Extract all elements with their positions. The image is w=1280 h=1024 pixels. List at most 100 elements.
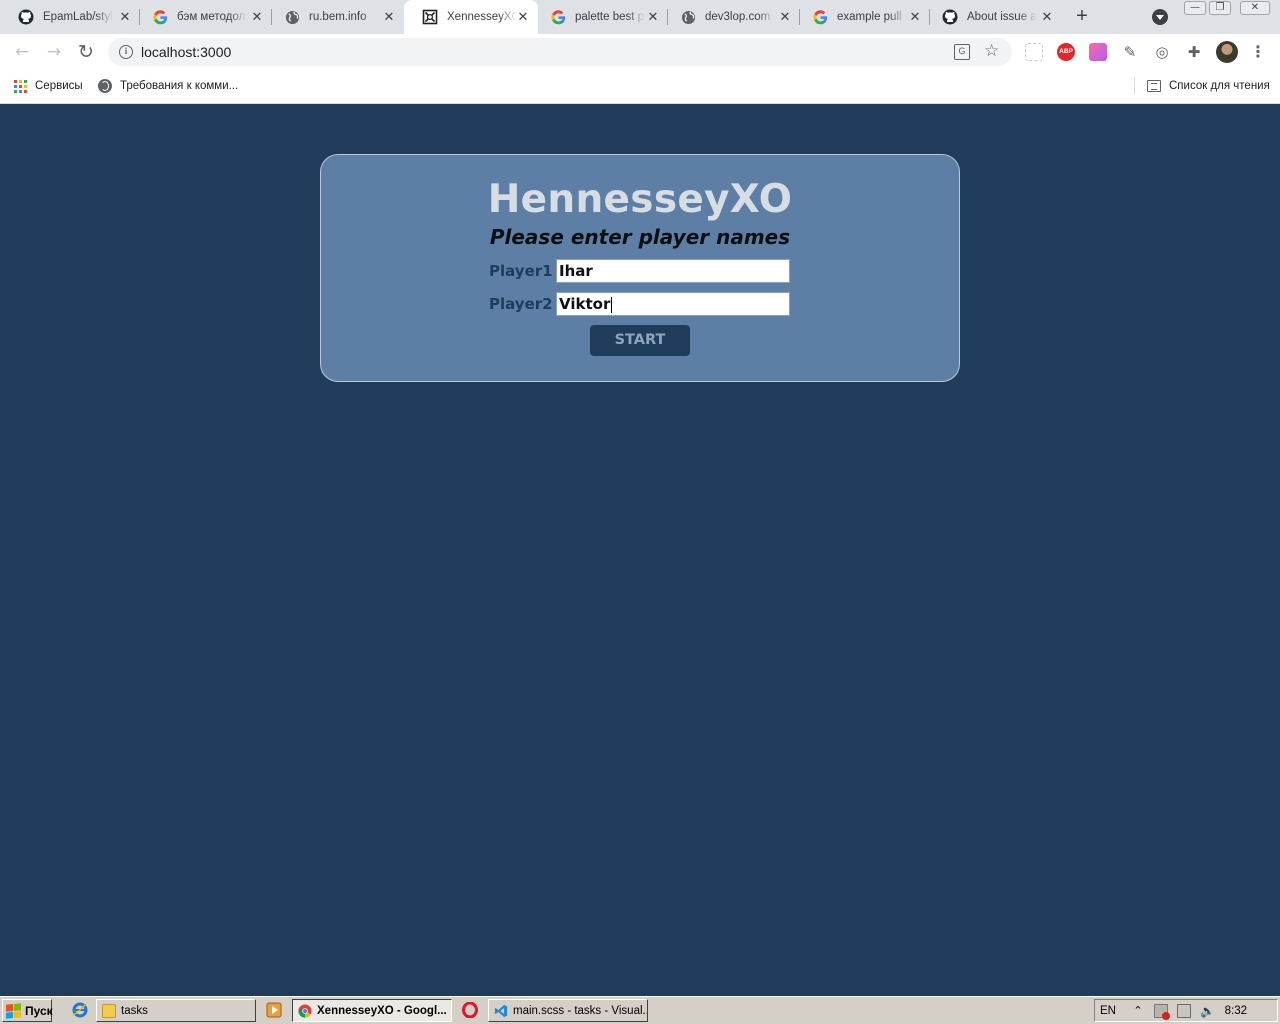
taskbar-btn-label: main.scss - tasks - Visual...: [513, 1004, 648, 1017]
vscode-icon: [494, 1004, 508, 1018]
bookmark-services[interactable]: Сервисы: [14, 78, 83, 94]
bookmark-label: Сервисы: [35, 80, 83, 92]
google-icon: [550, 9, 566, 25]
player2-input[interactable]: Viktor: [556, 292, 790, 316]
start-label: Пуск: [25, 1003, 53, 1018]
tab-title: XennesseyXO: [447, 11, 517, 23]
close-tab-icon[interactable]: ✕: [908, 10, 922, 24]
globe-icon: [284, 9, 300, 25]
github-icon: [18, 9, 34, 25]
globe-icon: [98, 79, 112, 93]
site-info-icon[interactable]: i: [119, 45, 133, 59]
address-bar[interactable]: i localhost:3000 G ☆: [108, 38, 1012, 66]
player1-input[interactable]: Ihar: [556, 259, 790, 283]
google-icon: [152, 9, 168, 25]
forward-button[interactable]: →: [42, 40, 66, 64]
network-alert-icon[interactable]: [1154, 1003, 1170, 1020]
close-tab-icon[interactable]: ✕: [516, 10, 530, 24]
tab-title: ru.bem.info: [309, 11, 367, 23]
player1-row: Player1 : Ihar: [489, 259, 790, 283]
tab-dev3lop[interactable]: dev3lop.com ✕: [662, 0, 800, 34]
language-indicator[interactable]: EN: [1100, 1005, 1122, 1017]
player1-value: Ihar: [559, 262, 593, 280]
tab-example-pull[interactable]: example pull r ✕: [794, 0, 930, 34]
bookmarks-bar: Сервисы Требования к комми... Список для…: [0, 70, 1280, 104]
bookmark-star-icon[interactable]: ☆: [984, 41, 999, 61]
clock[interactable]: 8:32: [1225, 1005, 1247, 1017]
tab-title: About issue an: [967, 11, 1037, 23]
media-player-icon[interactable]: [266, 1002, 282, 1018]
google-icon: [812, 9, 828, 25]
player2-label: Player2 :: [489, 295, 564, 313]
close-tab-icon[interactable]: ✕: [1040, 10, 1054, 24]
player2-value: Viktor: [559, 295, 611, 313]
reading-list-icon: [1147, 80, 1161, 92]
tab-palette[interactable]: palette best p ✕: [532, 0, 668, 34]
tab-title: palette best p: [575, 11, 645, 23]
browser-toolbar: ← → ↻ i localhost:3000 G ☆ ABP ✎ ◎ ✚ ⋮: [0, 34, 1280, 70]
player2-row: Player2 : Viktor: [489, 292, 790, 316]
windows-logo-icon: [6, 1002, 21, 1019]
tab-search-icon[interactable]: [1152, 9, 1168, 25]
close-tab-icon[interactable]: ✕: [778, 10, 792, 24]
network-icon[interactable]: [1177, 1003, 1191, 1018]
close-tab-icon[interactable]: ✕: [250, 10, 264, 24]
tab-title: бэм методолог: [177, 11, 247, 23]
internet-explorer-icon[interactable]: [72, 1002, 88, 1018]
menu-kebab-icon[interactable]: ⋮: [1250, 42, 1266, 62]
system-tray: EN ⌃ 🔈 8:32: [1094, 999, 1278, 1022]
url-text[interactable]: localhost:3000: [141, 44, 231, 60]
bookmark-commit-requirements[interactable]: Требования к комми...: [98, 78, 238, 94]
devtools-extension-icon[interactable]: ◎: [1153, 43, 1171, 61]
start-button-os[interactable]: Пуск: [2, 999, 53, 1022]
taskbar-btn-tasks[interactable]: tasks: [96, 999, 256, 1022]
tray-expand-icon[interactable]: ⌃: [1131, 1004, 1145, 1018]
folder-icon: [102, 1003, 116, 1018]
close-tab-icon[interactable]: ✕: [646, 10, 660, 24]
tab-about-issue[interactable]: About issue an ✕: [924, 0, 1062, 34]
player-setup-card: HennesseyXO Please enter player names Pl…: [320, 154, 960, 382]
tab-title: dev3lop.com: [705, 11, 771, 23]
taskbar-btn-chrome[interactable]: XennesseyXO - Googl...: [292, 999, 452, 1022]
restore-window-button[interactable]: ❐: [1209, 1, 1231, 15]
bookmark-label: Требования к комми...: [120, 80, 239, 92]
apps-icon[interactable]: [1025, 43, 1043, 61]
tab-xennesseyxo-active[interactable]: XennesseyXO ✕: [404, 0, 538, 34]
puzzle-extensions-icon[interactable]: ✚: [1185, 43, 1203, 61]
minimize-window-button[interactable]: —: [1184, 1, 1206, 15]
close-tab-icon[interactable]: ✕: [382, 10, 396, 24]
eyedropper-icon[interactable]: ✎: [1121, 43, 1139, 61]
game-title: HennesseyXO: [487, 177, 793, 222]
github-icon: [942, 9, 958, 25]
opera-icon[interactable]: [462, 1001, 478, 1019]
start-button[interactable]: START: [590, 325, 690, 356]
tab-strip: EpamLab/style ✕ бэм методолог ✕ ru.bem.i…: [0, 0, 1280, 34]
tab-bem-search[interactable]: бэм методолог ✕: [134, 0, 272, 34]
text-caret: [611, 296, 613, 313]
color-extension-icon[interactable]: [1089, 43, 1107, 61]
reload-button[interactable]: ↻: [74, 40, 98, 64]
tab-title: EpamLab/style: [43, 11, 113, 23]
taskbar-btn-label: tasks: [121, 1004, 148, 1017]
tab-title: example pull r: [837, 11, 907, 23]
taskbar-btn-label: XennesseyXO - Googl...: [317, 1004, 447, 1017]
translate-icon[interactable]: G: [954, 44, 970, 60]
reading-list-button[interactable]: Список для чтения: [1134, 78, 1270, 94]
taskbar-btn-vscode[interactable]: main.scss - tasks - Visual...: [488, 999, 648, 1022]
windows-taskbar: Пуск tasks XennesseyXO - Googl... main.s…: [0, 996, 1280, 1024]
game-subtitle: Please enter player names: [489, 225, 791, 249]
new-tab-button[interactable]: +: [1072, 6, 1092, 27]
adblock-plus-icon[interactable]: ABP: [1057, 43, 1075, 61]
apps-grid-icon: [14, 79, 27, 93]
back-button[interactable]: ←: [10, 40, 34, 64]
close-tab-icon[interactable]: ✕: [118, 10, 132, 24]
close-window-button[interactable]: ✕: [1240, 1, 1270, 15]
tab-ru-bem-info[interactable]: ru.bem.info ✕: [266, 0, 404, 34]
profile-avatar[interactable]: [1216, 41, 1238, 63]
player1-label: Player1 :: [489, 262, 564, 280]
xo-favicon-icon: [422, 9, 438, 25]
volume-icon[interactable]: 🔈: [1200, 1004, 1215, 1018]
tab-epamlab[interactable]: EpamLab/style ✕: [0, 0, 140, 34]
reading-list-label: Список для чтения: [1169, 80, 1270, 92]
chrome-icon: [298, 1003, 312, 1018]
